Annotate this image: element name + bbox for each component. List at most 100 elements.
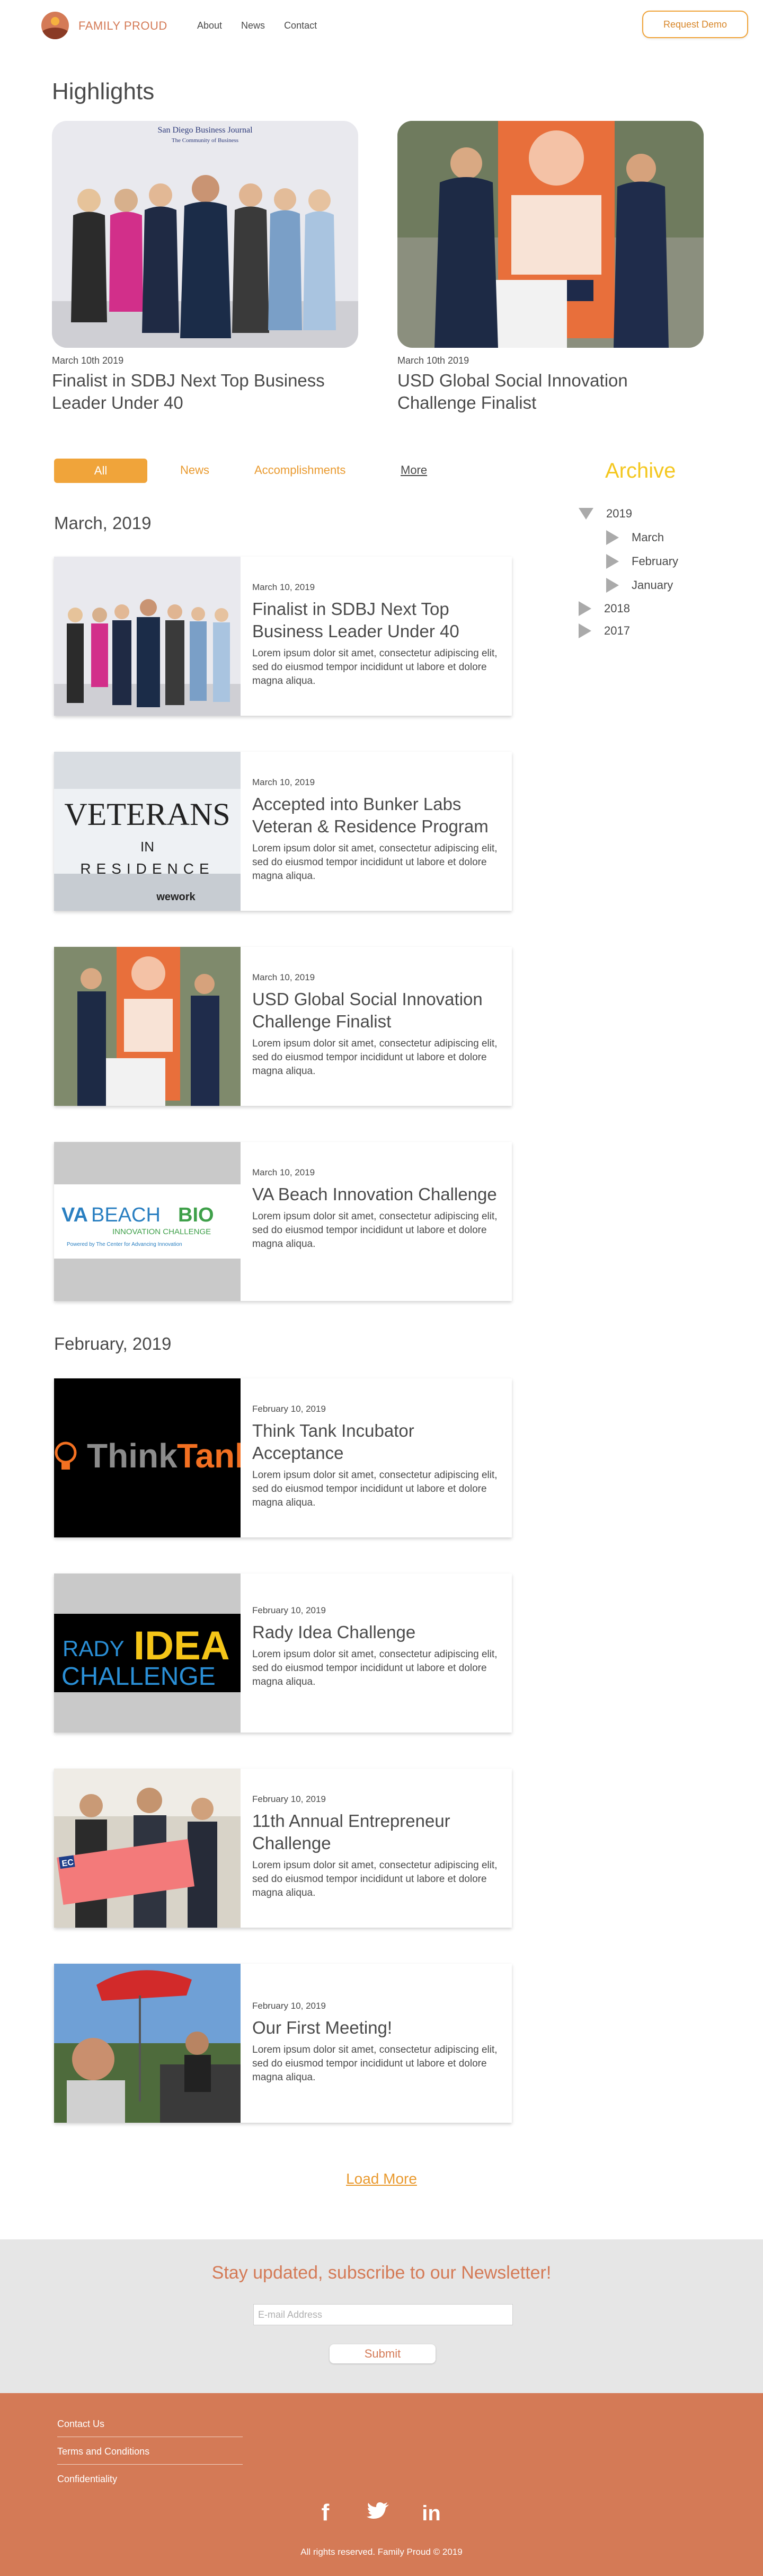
- card-title[interactable]: 11th Annual Entrepreneur Challenge: [252, 1810, 501, 1854]
- archive-year-label: 2017: [604, 624, 630, 637]
- collapsed-triangle-icon: [606, 554, 619, 569]
- filter-bar: All News Accomplishments More: [54, 458, 427, 483]
- news-card[interactable]: RADY IDEA CHALLENGE February 10, 2019 Ra…: [54, 1573, 512, 1733]
- archive-year-2017[interactable]: 2017: [579, 623, 630, 638]
- load-more-container: Load More: [0, 2170, 763, 2187]
- logo-va-text: VA: [61, 1204, 88, 1226]
- footer-link-contact-us[interactable]: Contact Us: [57, 2419, 243, 2436]
- collapsed-triangle-icon: [606, 578, 619, 593]
- nav-link-contact[interactable]: Contact: [284, 20, 317, 31]
- copyright-text: All rights reserved. Family Proud © 2019: [300, 2547, 463, 2557]
- card-logo-thinktank: Think Tank: [54, 1378, 241, 1537]
- filter-news-tab[interactable]: News: [180, 463, 209, 477]
- svg-text:in: in: [422, 2502, 441, 2525]
- highlight-headline[interactable]: USD Global Social Innovation Challenge F…: [397, 370, 704, 414]
- filter-more-link[interactable]: More: [401, 463, 427, 477]
- archive-month-label: March: [632, 531, 664, 544]
- family-proud-logo-icon[interactable]: [41, 12, 69, 39]
- logo-challenge-text: CHALLENGE: [61, 1663, 216, 1691]
- nav-link-about[interactable]: About: [197, 20, 222, 31]
- logo-wework-text: wework: [156, 891, 196, 903]
- archive-month-january[interactable]: January: [606, 578, 673, 593]
- news-card[interactable]: VA BEACH BIO INNOVATION CHALLENGE Powere…: [54, 1142, 512, 1301]
- card-title[interactable]: Our First Meeting!: [252, 2017, 501, 2039]
- footer-link-terms[interactable]: Terms and Conditions: [57, 2446, 243, 2464]
- newsletter-title: Stay updated, subscribe to our Newslette…: [211, 2263, 552, 2283]
- archive-year-2018[interactable]: 2018: [579, 601, 630, 616]
- logo-powered-text: Powered by The Center for Advancing Inno…: [67, 1242, 182, 1247]
- card-date: March 10, 2019: [252, 1167, 315, 1177]
- card-date: February 10, 2019: [252, 1794, 326, 1804]
- card-logo-veterans: VETERANS IN RESIDENCE wework: [54, 752, 241, 911]
- logo-innovation-challenge-text: INNOVATION CHALLENGE: [112, 1227, 211, 1236]
- footer-divider: [57, 2464, 243, 2465]
- collapsed-triangle-icon: [579, 601, 591, 616]
- highlight-date: March 10th 2019: [52, 355, 124, 366]
- card-date: February 10, 2019: [252, 2001, 326, 2011]
- news-card[interactable]: February 10, 2019 Our First Meeting! Lor…: [54, 1964, 512, 2123]
- card-description: Lorem ipsum dolor sit amet, consectetur …: [252, 1470, 498, 1508]
- news-card[interactable]: EC February 10, 2019 11th Annual Entrepr…: [54, 1769, 512, 1928]
- card-description: Lorem ipsum dolor sit amet, consectetur …: [252, 1038, 498, 1077]
- logo-residence-text: RESIDENCE: [80, 860, 214, 877]
- logo-veterans-text: VETERANS: [64, 797, 230, 832]
- nav-links: About News Contact: [197, 20, 317, 31]
- archive-year-label: 2018: [604, 602, 630, 615]
- archive-heading: Archive: [605, 459, 676, 482]
- logo-in-text: IN: [140, 839, 154, 855]
- card-title[interactable]: USD Global Social Innovation Challenge F…: [252, 988, 501, 1033]
- load-more-link[interactable]: Load More: [346, 2170, 417, 2187]
- card-photo-entrepreneur: EC: [54, 1769, 241, 1928]
- month-heading-february: February, 2019: [54, 1334, 172, 1353]
- check-ec-text: EC: [61, 1858, 75, 1869]
- svg-text:f: f: [322, 2500, 330, 2525]
- archive-month-february[interactable]: February: [606, 554, 678, 569]
- linkedin-icon[interactable]: in: [419, 2499, 444, 2525]
- news-card[interactable]: March 10, 2019 Finalist in SDBJ Next Top…: [54, 557, 512, 716]
- card-title[interactable]: Finalist in SDBJ Next Top Business Leade…: [252, 598, 501, 643]
- archive-year-2019[interactable]: 2019: [579, 507, 632, 521]
- filter-all-button[interactable]: All: [54, 459, 147, 483]
- card-title[interactable]: Think Tank Incubator Acceptance: [252, 1420, 501, 1464]
- card-title[interactable]: Rady Idea Challenge: [252, 1621, 501, 1643]
- card-photo-usd: [54, 947, 241, 1106]
- expanded-triangle-icon: [579, 508, 593, 520]
- logo-bio-text: BIO: [178, 1204, 214, 1226]
- submit-button[interactable]: Submit: [330, 2344, 436, 2363]
- highlight-photo-sdbj: San Diego Business Journal The Community…: [52, 121, 358, 348]
- email-field[interactable]: [253, 2304, 513, 2325]
- highlight-card-usd[interactable]: March 10th 2019 USD Global Social Innova…: [397, 121, 704, 414]
- news-card[interactable]: March 10, 2019 USD Global Social Innovat…: [54, 947, 512, 1106]
- archive-month-label: January: [632, 578, 673, 592]
- card-date: March 10, 2019: [252, 972, 315, 982]
- footer-link-confidentiality[interactable]: Confidentiality: [57, 2474, 243, 2491]
- highlight-headline[interactable]: Finalist in SDBJ Next Top Business Leade…: [52, 370, 358, 414]
- month-heading-march: March, 2019: [54, 513, 152, 533]
- brand-name[interactable]: FAMILY PROUD: [78, 19, 167, 33]
- news-card[interactable]: VETERANS IN RESIDENCE wework March 10, 2…: [54, 752, 512, 911]
- facebook-icon[interactable]: f: [313, 2499, 338, 2526]
- twitter-icon[interactable]: [366, 2499, 391, 2525]
- card-logo-rady-idea: RADY IDEA CHALLENGE: [54, 1573, 241, 1733]
- request-demo-button[interactable]: Request Demo: [642, 11, 748, 38]
- logo-beach-text: BEACH: [91, 1204, 161, 1226]
- card-title[interactable]: Accepted into Bunker Labs Veteran & Resi…: [252, 793, 501, 838]
- top-nav: FAMILY PROUD About News Contact Request …: [0, 0, 763, 49]
- archive-month-march[interactable]: March: [606, 530, 664, 545]
- highlight-date: March 10th 2019: [397, 355, 469, 366]
- filter-accomplishments-tab[interactable]: Accomplishments: [254, 463, 345, 477]
- nav-link-news[interactable]: News: [241, 20, 265, 31]
- logo-rady-text: RADY: [63, 1636, 125, 1661]
- news-card[interactable]: Think Tank February 10, 2019 Think Tank …: [54, 1378, 512, 1537]
- card-photo-first-meeting: [54, 1964, 241, 2123]
- card-date: March 10, 2019: [252, 777, 315, 787]
- sdbj-banner-line1: San Diego Business Journal: [157, 126, 253, 135]
- card-title[interactable]: VA Beach Innovation Challenge: [252, 1183, 501, 1206]
- card-description: Lorem ipsum dolor sit amet, consectetur …: [252, 1649, 498, 1687]
- card-date: March 10, 2019: [252, 582, 315, 592]
- card-photo-sdbj: [54, 557, 241, 716]
- card-date: February 10, 2019: [252, 1404, 326, 1414]
- card-description: Lorem ipsum dolor sit amet, consectetur …: [252, 843, 498, 882]
- highlight-card-sdbj[interactable]: San Diego Business Journal The Community…: [52, 121, 358, 414]
- archive-month-label: February: [632, 555, 679, 568]
